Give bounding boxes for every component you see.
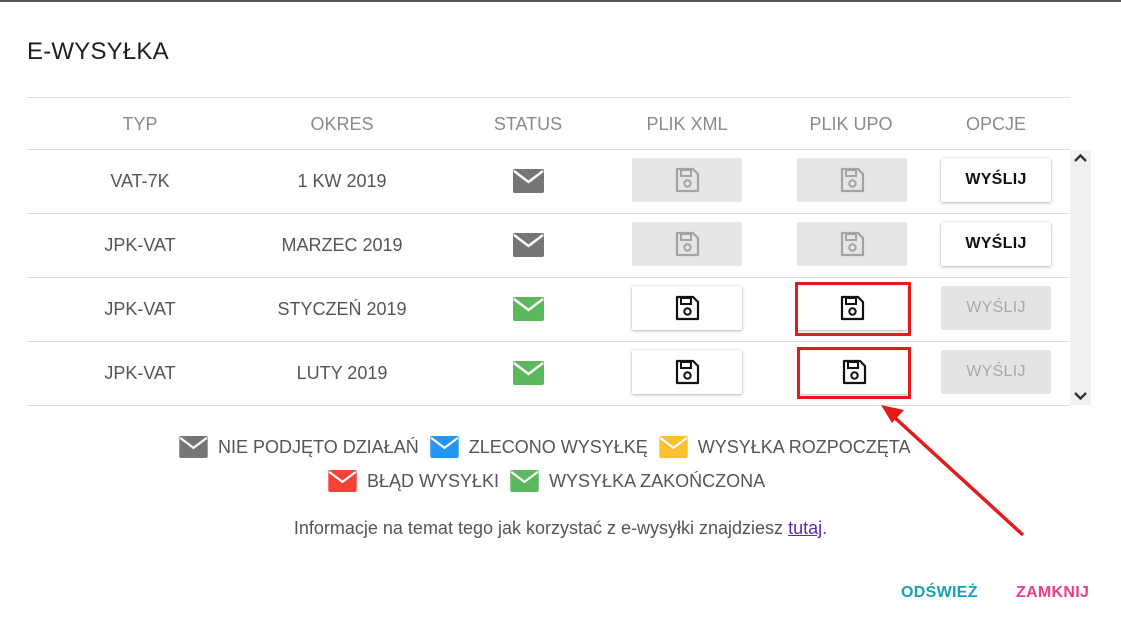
- column-header-type: TYP: [122, 114, 158, 134]
- row-type: VAT-7K: [110, 171, 170, 191]
- info-suffix: .: [822, 518, 828, 538]
- status-envelope-icon: [513, 233, 544, 257]
- table-header: TYP OKRES STATUS PLIK XML PLIK UPO OPCJE: [27, 98, 1070, 150]
- close-button[interactable]: ZAMKNIJ: [1016, 584, 1089, 602]
- legend-label: WYSYŁKA ZAKOŃCZONA: [549, 470, 766, 491]
- column-header-status: STATUS: [493, 114, 563, 134]
- annotation-highlight-box: [795, 282, 911, 336]
- save-icon: [675, 359, 700, 385]
- table-row: VAT-7K 1 KW 2019 WYŚLIJ: [27, 150, 1070, 214]
- column-header-upo-file: PLIK UPO: [809, 114, 893, 134]
- xml-download-button[interactable]: [632, 158, 742, 202]
- refresh-button[interactable]: ODŚWIEŻ: [901, 584, 978, 602]
- legend-item: NIE PODJĘTO DZIAŁAŃ: [179, 436, 419, 458]
- envelope-icon: [430, 436, 459, 458]
- send-button[interactable]: WYŚLIJ: [941, 222, 1051, 266]
- column-header-options: OPCJE: [965, 114, 1026, 134]
- column-header-xml-file: PLIK XML: [646, 114, 728, 134]
- save-icon: [675, 167, 700, 193]
- table-row: JPK-VAT MARZEC 2019 WYŚLIJ: [27, 214, 1070, 278]
- row-type: JPK-VAT: [104, 299, 176, 319]
- legend-item: ZLECONO WYSYŁKĘ: [430, 436, 648, 458]
- column-header-period: OKRES: [310, 114, 374, 134]
- row-type: JPK-VAT: [104, 235, 176, 255]
- table-row: JPK-VAT STYCZEŃ 2019 WYŚLIJ: [27, 278, 1070, 342]
- row-period: STYCZEŃ 2019: [277, 299, 407, 319]
- save-icon: [840, 167, 865, 193]
- legend-item: WYSYŁKA ROZPOCZĘTA: [659, 436, 911, 458]
- envelope-icon: [659, 436, 688, 458]
- send-button[interactable]: WYŚLIJ: [941, 350, 1051, 394]
- dialog-title: E-WYSYŁKA: [27, 38, 169, 65]
- legend-item: WYSYŁKA ZAKOŃCZONA: [510, 470, 765, 492]
- legend-label: WYSYŁKA ROZPOCZĘTA: [697, 436, 911, 457]
- save-icon: [840, 231, 865, 257]
- annotation-highlight-box: [797, 347, 911, 399]
- row-period: MARZEC 2019: [281, 235, 403, 255]
- legend-label: BŁĄD WYSYŁKI: [367, 470, 500, 491]
- envelope-icon: [328, 470, 357, 492]
- status-envelope-icon: [513, 361, 544, 385]
- save-icon: [675, 295, 700, 321]
- legend-line-1: NIE PODJĘTO DZIAŁAŃ ZLECONO WYSYŁKĘ WYSY…: [179, 434, 921, 460]
- xml-download-button[interactable]: [632, 286, 742, 330]
- xml-download-button[interactable]: [632, 350, 742, 394]
- xml-download-button[interactable]: [632, 222, 742, 266]
- legend-label: NIE PODJĘTO DZIAŁAŃ: [218, 436, 419, 457]
- chevron-down-icon[interactable]: [1073, 390, 1088, 402]
- help-link[interactable]: tutaj: [788, 518, 822, 538]
- legend-line-2: BŁĄD WYSYŁKI WYSYŁKA ZAKOŃCZONA: [328, 468, 776, 494]
- info-text: Informacje na temat tego jak korzystać z…: [0, 518, 1121, 539]
- row-period: 1 KW 2019: [297, 171, 387, 191]
- legend-label: ZLECONO WYSYŁKĘ: [468, 436, 648, 457]
- info-sentence: Informacje na temat tego jak korzystać z…: [293, 518, 789, 538]
- upo-download-button[interactable]: [797, 222, 907, 266]
- row-period: LUTY 2019: [296, 363, 388, 383]
- send-button[interactable]: WYŚLIJ: [941, 158, 1051, 202]
- status-envelope-icon: [513, 169, 544, 193]
- status-envelope-icon: [513, 297, 544, 321]
- envelope-icon: [510, 470, 539, 492]
- table-row: JPK-VAT LUTY 2019 WYŚLIJ: [27, 342, 1070, 406]
- envelope-icon: [179, 436, 208, 458]
- legend-item: BŁĄD WYSYŁKI: [328, 470, 499, 492]
- send-button[interactable]: WYŚLIJ: [941, 286, 1051, 330]
- save-icon: [675, 231, 700, 257]
- chevron-up-icon[interactable]: [1073, 152, 1088, 164]
- row-type: JPK-VAT: [104, 363, 176, 383]
- top-border: [0, 0, 1121, 2]
- upo-download-button[interactable]: [797, 158, 907, 202]
- table-scrollbar[interactable]: [1070, 150, 1091, 405]
- table-body: VAT-7K 1 KW 2019 WYŚLIJ JPK-VAT MARZEC 2…: [27, 150, 1070, 406]
